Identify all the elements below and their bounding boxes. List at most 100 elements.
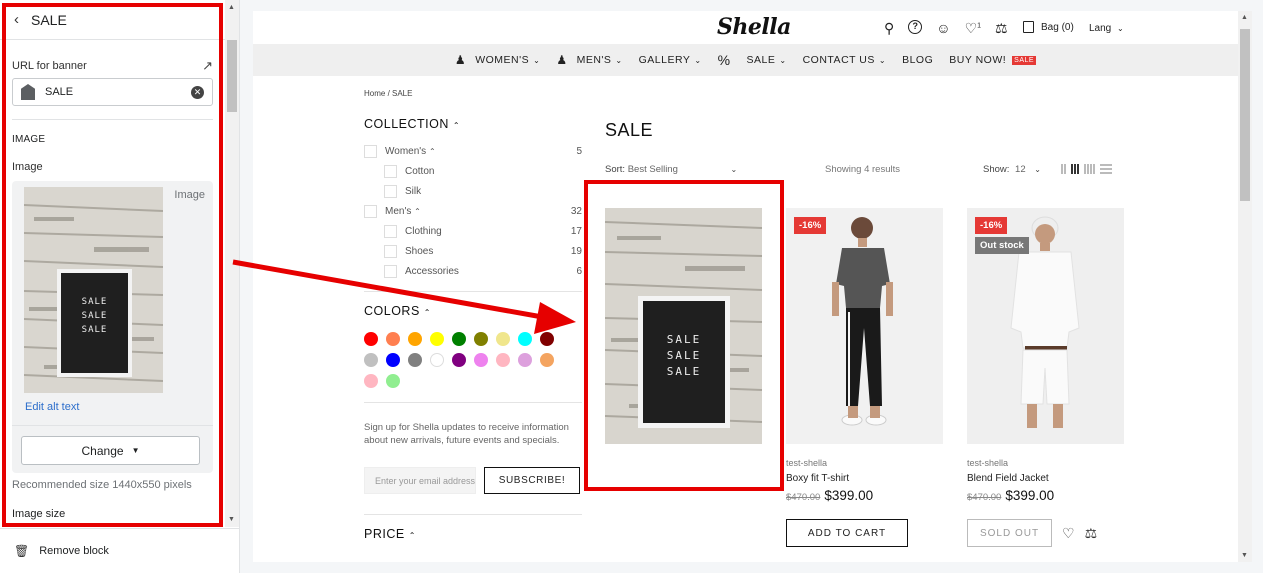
image-thumbnail[interactable]: SALE SALE SALE [24, 187, 163, 393]
checkbox[interactable] [364, 144, 377, 158]
show-label: Show: [983, 164, 1010, 175]
color-swatch[interactable] [518, 353, 532, 367]
nav-buy-now[interactable]: BUY NOW! SALE [949, 54, 1037, 66]
color-swatch[interactable] [452, 332, 466, 346]
colors-heading[interactable]: COLORS ⌃ [364, 304, 582, 318]
external-link-icon[interactable]: ↗ [202, 58, 213, 74]
collection-count: 19 [570, 245, 582, 257]
color-swatch[interactable] [430, 353, 444, 367]
color-swatch[interactable] [364, 353, 378, 367]
grid-switcher [1061, 164, 1112, 174]
color-swatch[interactable] [386, 374, 400, 388]
color-swatch[interactable] [540, 353, 554, 367]
remove-block-button[interactable]: 🗑 Remove block [0, 528, 239, 573]
back-arrow-icon[interactable]: ‹ [14, 11, 19, 28]
color-swatch[interactable] [496, 332, 510, 346]
color-swatch[interactable] [496, 353, 510, 367]
checkbox[interactable] [384, 224, 397, 238]
wishlist-icon[interactable]: ♡ [1062, 525, 1075, 542]
color-swatch[interactable] [430, 332, 444, 346]
color-swatch[interactable] [474, 353, 488, 367]
product-image[interactable]: -16% Out stock [967, 208, 1124, 444]
collection-heading[interactable]: COLLECTION ⌃ [364, 117, 582, 131]
change-button-label: Change [81, 443, 124, 458]
color-swatch[interactable] [386, 353, 400, 367]
checkbox[interactable] [384, 184, 397, 198]
subscribe-button[interactable]: SUBSCRIBE! [484, 467, 580, 494]
checkbox[interactable] [384, 264, 397, 278]
show-dropdown[interactable]: Show: 12 ⌄ [983, 164, 1041, 175]
color-swatch[interactable] [452, 353, 466, 367]
sale-banner-card[interactable]: SALE SALE SALE [605, 208, 762, 547]
color-swatch[interactable] [364, 332, 378, 346]
collection-item[interactable]: Accessories 6 [364, 261, 582, 281]
collection-item[interactable]: Cotton [364, 161, 582, 181]
email-input[interactable]: Enter your email address [364, 467, 476, 494]
product-grid: SALE SALE SALE -16% test-shella Boxy fit… [605, 208, 1124, 547]
scroll-down-icon[interactable]: ▼ [1241, 552, 1248, 559]
scroll-up-icon[interactable]: ▲ [228, 4, 235, 11]
product-name[interactable]: Boxy fit T-shirt [786, 473, 943, 484]
bag-button[interactable]: Bag (0) [1023, 21, 1074, 33]
sold-out-button[interactable]: SOLD OUT [967, 519, 1052, 547]
url-field[interactable]: SALE ✕ [12, 78, 213, 106]
store-header: Shella ⚲ ? ☺ ♡1 ⚖ Bag (0) Lang ⌄ [253, 11, 1238, 44]
nav-sale[interactable]: SALE ⌄ [747, 54, 787, 66]
scroll-up-icon[interactable]: ▲ [1241, 14, 1248, 21]
store-logo[interactable]: Shella [717, 14, 791, 40]
collection-item[interactable]: Shoes 19 [364, 241, 582, 261]
collection-item[interactable]: Silk [364, 181, 582, 201]
scrollbar-thumb[interactable] [227, 40, 237, 112]
breadcrumb[interactable]: Home / SALE [364, 89, 412, 98]
product-name[interactable]: Blend Field Jacket [967, 473, 1124, 484]
search-icon[interactable]: ⚲ [884, 20, 894, 37]
nav-womens[interactable]: ♟ WOMEN'S ⌄ [455, 53, 540, 67]
wishlist-icon[interactable]: ♡1 [965, 20, 981, 37]
color-swatch[interactable] [518, 332, 532, 346]
grid-2-icon[interactable] [1061, 164, 1066, 174]
preview-scrollbar[interactable]: ▲ ▼ [1238, 11, 1252, 562]
compare-icon[interactable]: ⚖ [995, 20, 1008, 37]
list-view-icon[interactable] [1100, 164, 1112, 174]
color-swatch[interactable] [540, 332, 554, 346]
price-heading[interactable]: PRICE ⌃ [364, 527, 582, 541]
checkbox[interactable] [364, 204, 377, 218]
nav-mens[interactable]: ♟ MEN'S ⌄ [556, 53, 622, 67]
nav-contact[interactable]: CONTACT US ⌄ [803, 54, 886, 66]
color-swatch[interactable] [408, 332, 422, 346]
sale-banner-image[interactable]: SALE SALE SALE [605, 208, 762, 444]
clear-icon[interactable]: ✕ [191, 85, 204, 99]
collection-item[interactable]: Women's ⌃ 5 [364, 141, 582, 161]
product-image[interactable]: -16% [786, 208, 943, 444]
grid-4-icon[interactable] [1084, 164, 1095, 174]
lang-selector[interactable]: Lang ⌄ [1089, 23, 1124, 34]
edit-alt-text-link[interactable]: Edit alt text [25, 401, 79, 413]
nav-blog[interactable]: BLOG [902, 54, 933, 66]
image-picker-card: SALE SALE SALE Image Edit alt text Chang… [12, 181, 213, 473]
editor-scrollbar[interactable]: ▲ ▼ [225, 0, 239, 527]
checkbox[interactable] [384, 244, 397, 258]
sort-dropdown[interactable]: Sort: Best Selling ⌄ [605, 164, 737, 175]
product-card[interactable]: -16% Out stock test-shella Blend Field J… [967, 208, 1124, 547]
change-image-button[interactable]: Change ▼ [21, 436, 200, 465]
color-swatch[interactable] [474, 332, 488, 346]
collection-count: 5 [576, 145, 582, 157]
product-card[interactable]: -16% test-shella Boxy fit T-shirt $470.0… [786, 208, 943, 547]
grid-3-icon[interactable] [1071, 164, 1079, 174]
help-icon[interactable]: ? [908, 20, 923, 34]
checkbox[interactable] [384, 164, 397, 178]
compare-icon[interactable]: ⚖ [1085, 525, 1098, 542]
collection-item[interactable]: Men's ⌃ 32 [364, 201, 582, 221]
nav-gallery[interactable]: GALLERY ⌄ [639, 54, 702, 66]
scrollbar-thumb[interactable] [1240, 29, 1250, 201]
color-swatch[interactable] [364, 374, 378, 388]
add-to-cart-button[interactable]: ADD TO CART [786, 519, 908, 547]
color-swatch[interactable] [386, 332, 400, 346]
collection-item[interactable]: Clothing 17 [364, 221, 582, 241]
color-swatch[interactable] [408, 353, 422, 367]
scroll-down-icon[interactable]: ▼ [228, 516, 235, 523]
nav-percent[interactable]: % [718, 52, 731, 68]
account-icon[interactable]: ☺ [936, 20, 950, 37]
chevron-down-icon: ⌄ [779, 55, 787, 65]
product-vendor: test-shella [786, 458, 828, 468]
